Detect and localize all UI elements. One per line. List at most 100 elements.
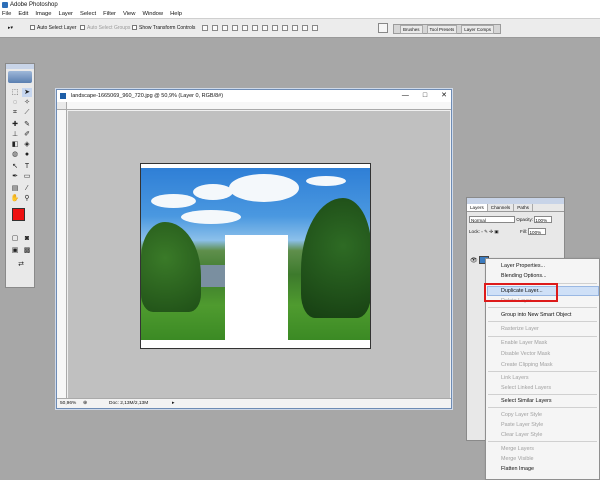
- standard-mode-icon[interactable]: ▢: [10, 234, 20, 243]
- show-transform-controls-checkbox[interactable]: Show Transform Controls: [132, 25, 195, 32]
- hand-tool-icon[interactable]: ✋: [10, 194, 20, 203]
- tab-layers[interactable]: Layers: [467, 204, 488, 211]
- lock-label: Lock:: [469, 229, 480, 234]
- align-left-icon[interactable]: [232, 25, 238, 31]
- opacity-field[interactable]: 100%: [534, 216, 553, 224]
- blur-tool-icon[interactable]: ◍: [10, 150, 20, 159]
- menu-item-layer-properties[interactable]: Layer Properties...: [501, 262, 545, 270]
- lock-icons[interactable]: ▫ ✎ ✣ ▣: [481, 229, 499, 234]
- menu-item-create-clipping-mask[interactable]: Create Clipping Mask: [501, 361, 553, 369]
- panel-well-layer-comps[interactable]: Layer Comps: [461, 24, 495, 34]
- menu-item-merge-layers[interactable]: Merge Layers: [501, 445, 534, 453]
- cloud: [193, 184, 233, 200]
- panel-well-brushes[interactable]: Brushes: [400, 24, 423, 34]
- auto-select-layer-checkbox[interactable]: Auto Select Layer: [30, 25, 76, 32]
- menu-item-select-linked-layers[interactable]: Select Linked Layers: [501, 384, 551, 392]
- path-selection-icon[interactable]: ↖: [10, 162, 20, 171]
- blend-mode-select[interactable]: Normal: [469, 216, 515, 224]
- minimize-icon[interactable]: —: [402, 90, 409, 102]
- clone-stamp-icon[interactable]: ⊥: [10, 130, 20, 139]
- tab-paths[interactable]: Paths: [514, 204, 533, 211]
- menu-file[interactable]: File: [2, 10, 11, 19]
- document-status-bar: 50,96% ⊕ Doc: 2,13M/2,13M ▸: [57, 398, 451, 408]
- status-icon[interactable]: ⊕: [83, 399, 87, 409]
- fill-field[interactable]: 100%: [528, 228, 547, 236]
- canvas-area[interactable]: [68, 111, 450, 398]
- status-menu-arrow-icon[interactable]: ▸: [172, 399, 174, 409]
- fullscreen-mode-icon[interactable]: ▩: [22, 246, 32, 255]
- fill-label: Fill:: [520, 229, 528, 234]
- menu-layer[interactable]: Layer: [58, 10, 73, 19]
- menu-item-flatten-image[interactable]: Flatten Image: [501, 465, 534, 473]
- menu-item-enable-layer-mask[interactable]: Enable Layer Mask: [501, 339, 547, 347]
- distribute-top-icon[interactable]: [262, 25, 268, 31]
- menu-item-blending-options[interactable]: Blending Options...: [501, 272, 547, 280]
- auto-select-groups-checkbox[interactable]: Auto Select Groups: [80, 25, 130, 32]
- healing-brush-icon[interactable]: ✚: [10, 120, 20, 129]
- image-canvas[interactable]: [140, 163, 371, 349]
- brush-tool-icon[interactable]: ✎: [22, 120, 32, 129]
- ruler-vertical[interactable]: [57, 110, 67, 398]
- screen-mode-icon[interactable]: ▣: [10, 246, 20, 255]
- panel-well-tool-presets[interactable]: Tool Presets: [426, 24, 458, 34]
- imageready-icon[interactable]: ⇄: [14, 260, 28, 269]
- menu-filter[interactable]: Filter: [103, 10, 116, 19]
- menu-item-clear-layer-style[interactable]: Clear Layer Style: [501, 431, 542, 439]
- menu-separator: [488, 336, 597, 337]
- menu-edit[interactable]: Edit: [18, 10, 28, 19]
- close-icon[interactable]: ✕: [441, 90, 447, 102]
- eraser-tool-icon[interactable]: ◧: [10, 140, 20, 149]
- opacity-label: Opacity:: [516, 217, 534, 222]
- slice-tool-icon[interactable]: ⟋: [22, 108, 32, 117]
- pen-tool-icon[interactable]: ✒: [10, 172, 20, 181]
- menu-item-group-smart-object[interactable]: Group into New Smart Object: [501, 311, 571, 319]
- distribute-right-icon[interactable]: [312, 25, 318, 31]
- menu-item-rasterize-layer[interactable]: Rasterize Layer: [501, 325, 539, 333]
- crop-tool-icon[interactable]: ⌗: [10, 108, 20, 117]
- history-brush-icon[interactable]: ✐: [22, 130, 32, 139]
- menu-select[interactable]: Select: [80, 10, 96, 19]
- marquee-tool-icon[interactable]: ⬚: [10, 88, 20, 97]
- distribute-hcenter-icon[interactable]: [302, 25, 308, 31]
- distribute-left-icon[interactable]: [292, 25, 298, 31]
- menu-view[interactable]: View: [123, 10, 135, 19]
- tab-channels[interactable]: Channels: [488, 204, 515, 211]
- align-bottom-icon[interactable]: [222, 25, 228, 31]
- dodge-tool-icon[interactable]: ●: [22, 150, 32, 159]
- zoom-tool-icon[interactable]: ⚲: [22, 194, 32, 203]
- menu-window[interactable]: Window: [142, 10, 163, 19]
- align-vcenter-icon[interactable]: [212, 25, 218, 31]
- shape-tool-icon[interactable]: ▭: [22, 172, 32, 181]
- align-right-icon[interactable]: [252, 25, 258, 31]
- paint-bucket-icon[interactable]: ◈: [22, 140, 32, 149]
- menu-item-disable-vector-mask[interactable]: Disable Vector Mask: [501, 350, 550, 358]
- quick-mask-icon[interactable]: ◙: [22, 234, 32, 243]
- distribute-vcenter-icon[interactable]: [272, 25, 278, 31]
- landscape-photo: [141, 168, 370, 345]
- menu-item-link-layers[interactable]: Link Layers: [501, 374, 529, 382]
- lasso-tool-icon[interactable]: ◌: [10, 98, 20, 107]
- eyedropper-icon[interactable]: ⁄: [22, 184, 32, 193]
- notes-tool-icon[interactable]: ▤: [10, 184, 20, 193]
- maximize-icon[interactable]: □: [423, 90, 427, 102]
- align-top-icon[interactable]: [202, 25, 208, 31]
- zoom-level[interactable]: 50,96%: [60, 399, 76, 409]
- distribute-bottom-icon[interactable]: [282, 25, 288, 31]
- move-tool-icon[interactable]: ▸▾: [8, 25, 13, 32]
- menu-item-copy-layer-style[interactable]: Copy Layer Style: [501, 411, 542, 419]
- eye-icon[interactable]: 👁: [470, 257, 478, 264]
- photoshop-logo-icon: [8, 71, 32, 83]
- menu-help[interactable]: Help: [170, 10, 182, 19]
- magic-wand-icon[interactable]: ✧: [22, 98, 32, 107]
- workspace-icon[interactable]: [378, 23, 388, 33]
- menu-item-merge-visible[interactable]: Merge Visible: [501, 455, 534, 463]
- type-tool-icon[interactable]: T: [22, 162, 32, 171]
- menu-item-paste-layer-style[interactable]: Paste Layer Style: [501, 421, 543, 429]
- menu-image[interactable]: Image: [35, 10, 51, 19]
- highlight-annotation-box: [484, 283, 558, 302]
- align-hcenter-icon[interactable]: [242, 25, 248, 31]
- move-tool-icon[interactable]: ➤: [22, 88, 32, 97]
- ruler-horizontal[interactable]: [67, 102, 451, 110]
- menu-item-select-similar-layers[interactable]: Select Similar Layers: [501, 397, 552, 405]
- foreground-color-swatch[interactable]: [12, 208, 25, 221]
